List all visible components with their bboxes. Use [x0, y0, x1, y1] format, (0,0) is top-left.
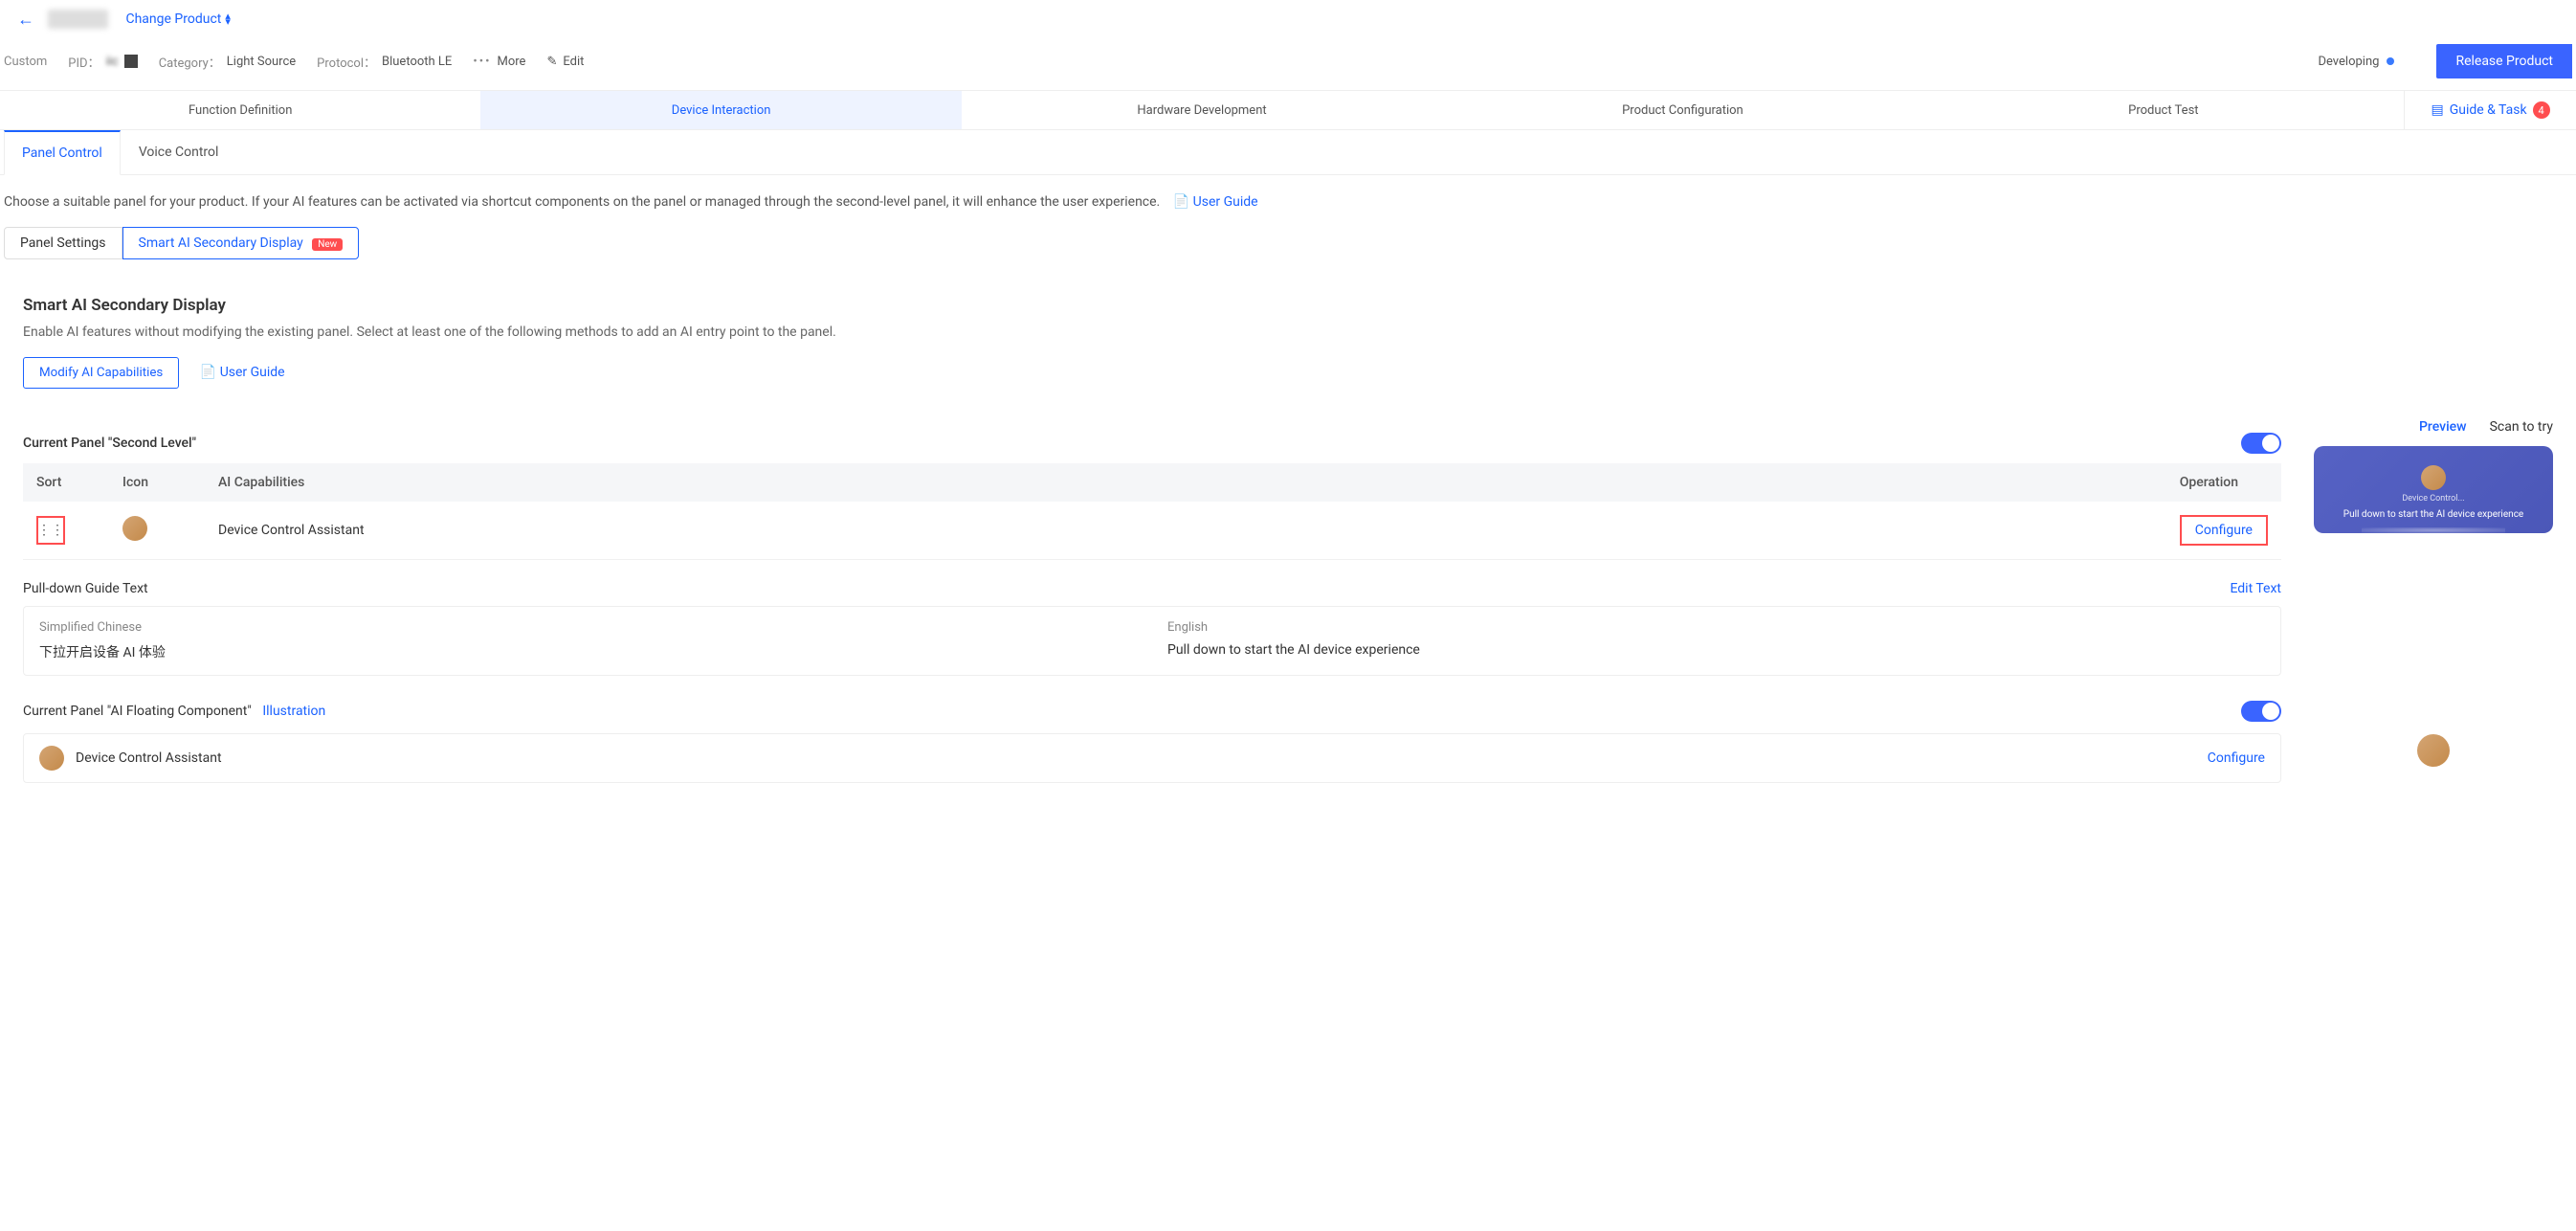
stepper-nav: Function Definition Device Interaction H… — [0, 90, 2576, 130]
guide-text-box: Simplified Chinese 下拉开启设备 AI 体验 English … — [23, 606, 2281, 676]
meta-custom: Custom — [4, 55, 47, 69]
step-product-test[interactable]: Product Test — [1923, 91, 2404, 129]
col-operation: Operation — [2166, 463, 2281, 502]
floating-item-name: Device Control Assistant — [76, 750, 222, 766]
drag-handle-icon[interactable]: ⋮⋮ — [36, 516, 65, 545]
floating-item-icon — [39, 746, 64, 771]
tab-voice-control[interactable]: Voice Control — [121, 130, 237, 174]
edit-link[interactable]: ✎ Edit — [546, 55, 584, 69]
col-sort: Sort — [23, 463, 109, 502]
illustration-link[interactable]: Illustration — [262, 704, 325, 719]
table-row: ⋮⋮ Device Control Assistant Configure — [23, 502, 2281, 560]
lang-label-en: English — [1167, 620, 2265, 635]
chevron-updown-icon: ▴▾ — [225, 13, 231, 25]
step-device-interaction[interactable]: Device Interaction — [480, 91, 961, 129]
release-product-button[interactable]: Release Product — [2436, 44, 2572, 78]
new-badge: New — [312, 238, 343, 251]
modify-ai-button[interactable]: Modify AI Capabilities — [23, 357, 179, 389]
col-icon: Icon — [109, 463, 205, 502]
step-function-definition[interactable]: Function Definition — [0, 91, 480, 129]
second-level-table: Sort Icon AI Capabilities Operation ⋮⋮ D… — [23, 463, 2281, 560]
preview-tab-scan[interactable]: Scan to try — [2490, 419, 2553, 435]
subtab-panel-settings[interactable]: Panel Settings — [4, 227, 122, 259]
back-arrow-icon[interactable]: ← — [10, 10, 42, 30]
preview-avatar-icon — [2421, 465, 2446, 490]
file-icon: 📄 — [200, 365, 216, 380]
section-desc: Enable AI features without modifying the… — [4, 321, 2572, 357]
file-icon: 📄 — [1173, 194, 1189, 210]
preview-tab-preview[interactable]: Preview — [2419, 419, 2467, 435]
lang-value-zh: 下拉开启设备 AI 体验 — [39, 642, 1137, 661]
meta-category: Category：Light Source — [159, 53, 296, 71]
pulldown-title: Pull-down Guide Text — [23, 581, 148, 596]
lang-label-zh: Simplified Chinese — [39, 620, 1137, 635]
preview-card: Device Control... Pull down to start the… — [2314, 446, 2553, 533]
subtab-smart-ai[interactable]: Smart AI Secondary Display New — [122, 227, 360, 259]
preview-floating-avatar-icon — [2417, 734, 2450, 767]
pencil-icon: ✎ — [546, 55, 557, 69]
status-dot-icon — [2387, 57, 2394, 65]
tab-panel-control[interactable]: Panel Control — [4, 130, 121, 175]
change-product-label: Change Product — [125, 11, 221, 27]
preview-card-text: Pull down to start the AI device experie… — [2323, 509, 2543, 520]
user-guide-link-section[interactable]: 📄 User Guide — [200, 365, 285, 380]
step-hardware-development[interactable]: Hardware Development — [962, 91, 1442, 129]
copy-icon[interactable] — [124, 55, 138, 68]
section-title: Smart AI Secondary Display — [4, 284, 2572, 321]
user-guide-link-top[interactable]: 📄 User Guide — [1173, 194, 1258, 210]
second-level-title: Current Panel "Second Level" — [23, 436, 196, 451]
list-icon: ▤ — [2431, 102, 2443, 118]
lang-value-en: Pull down to start the AI device experie… — [1167, 642, 2265, 658]
more-link[interactable]: ••• More — [473, 55, 525, 69]
col-capabilities: AI Capabilities — [205, 463, 2166, 502]
preview-card-sub: Device Control... — [2323, 494, 2543, 504]
floating-configure-link[interactable]: Configure — [2208, 750, 2265, 766]
floating-item-row: Device Control Assistant Configure — [23, 733, 2281, 783]
change-product-link[interactable]: Change Product ▴▾ — [125, 11, 230, 27]
step-product-configuration[interactable]: Product Configuration — [1442, 91, 1922, 129]
second-level-toggle[interactable] — [2241, 433, 2281, 454]
panel-tabs: Panel Control Voice Control — [0, 130, 2576, 175]
guide-task-link[interactable]: ▤ Guide & Task 4 — [2404, 91, 2576, 129]
status-developing: Developing — [2318, 55, 2394, 69]
edit-text-link[interactable]: Edit Text — [2230, 581, 2281, 596]
meta-protocol: Protocol：Bluetooth LE — [317, 53, 452, 71]
product-name-blurred — [48, 10, 108, 29]
meta-pid: PID： iic — [68, 53, 137, 71]
capability-name: Device Control Assistant — [205, 502, 2166, 560]
configure-button[interactable]: Configure — [2180, 515, 2268, 546]
page-description: Choose a suitable panel for your product… — [4, 194, 1160, 210]
floating-title: Current Panel "AI Floating Component" Il… — [23, 704, 325, 719]
more-dots-icon: ••• — [473, 55, 491, 69]
guide-task-badge: 4 — [2533, 101, 2550, 119]
floating-toggle[interactable] — [2241, 701, 2281, 722]
capability-icon — [122, 516, 147, 541]
